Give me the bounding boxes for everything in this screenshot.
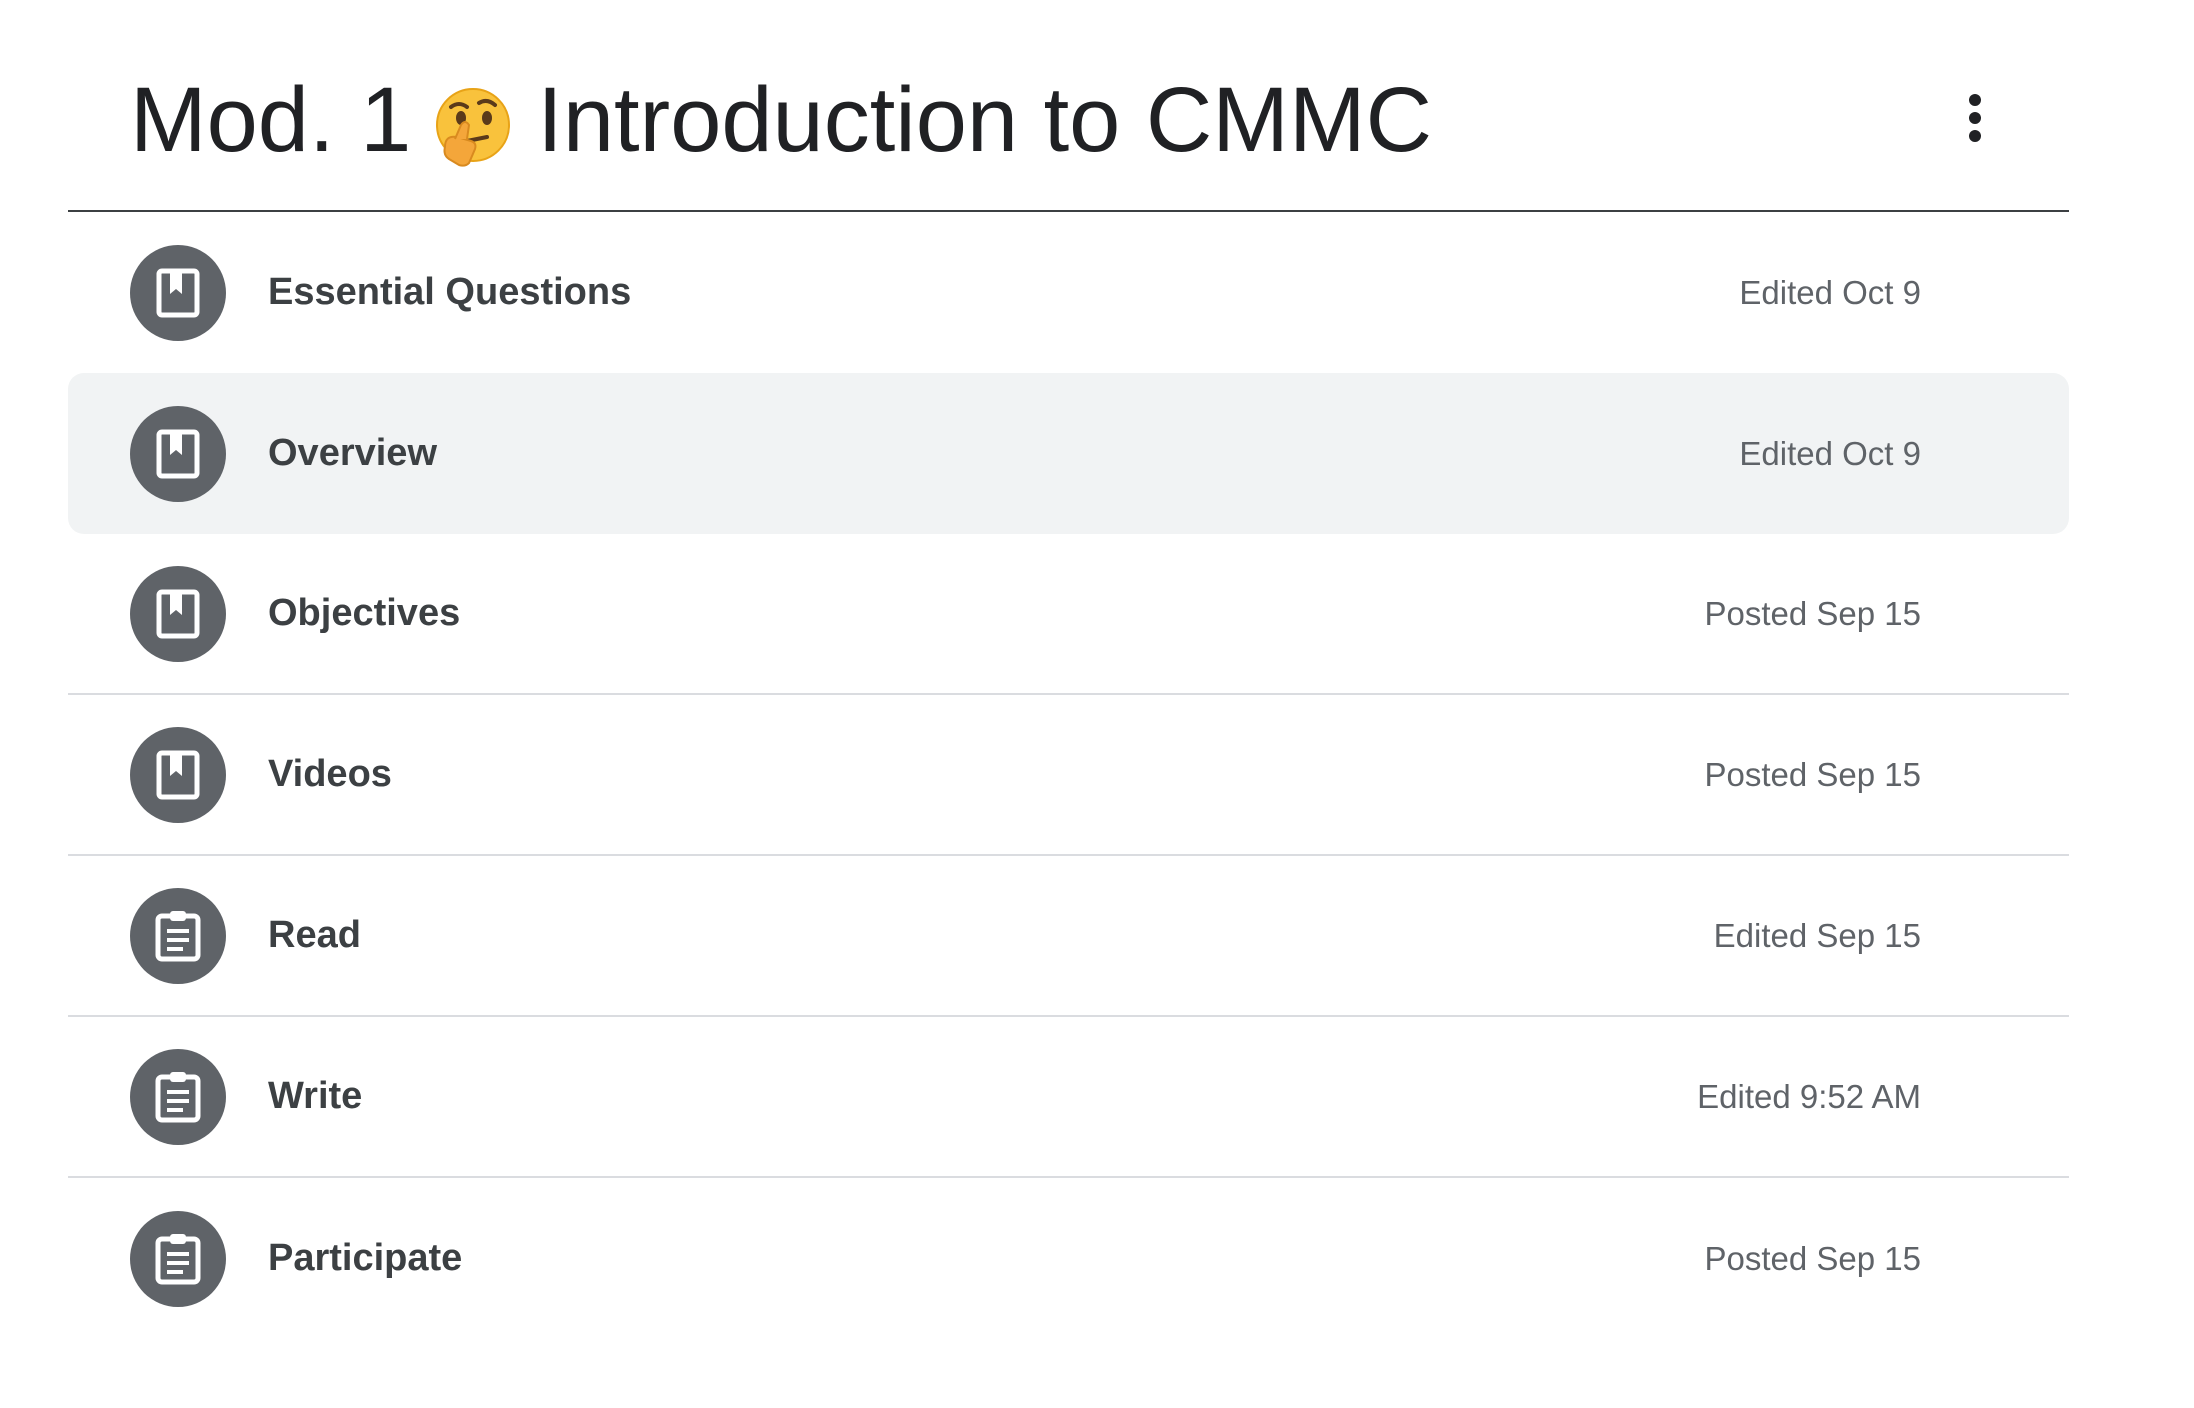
book-icon [130,565,226,662]
thinking-face-icon [431,78,515,167]
material-row-write[interactable]: Write Edited 9:52 AM [68,1017,2069,1178]
material-timestamp: Posted Sep 15 [1704,594,1922,632]
assignment-icon [130,1048,226,1145]
material-timestamp: Edited Oct 9 [1739,273,1921,311]
material-timestamp: Edited 9:52 AM [1697,1077,1921,1115]
material-row-overview[interactable]: Overview Edited Oct 9 [68,373,2069,534]
book-icon [130,405,226,502]
material-title: Participate [268,1237,463,1279]
material-title: Read [268,914,361,956]
material-timestamp: Posted Sep 15 [1704,1239,1922,1277]
material-row-read[interactable]: Read Edited Sep 15 [68,856,2069,1017]
topic-header: Mod. 1 Introduction to CMMC [68,0,2069,212]
material-title: Objectives [268,592,461,634]
material-row-participate[interactable]: Participate Posted Sep 15 [68,1178,2069,1339]
material-list: Essential Questions Edited Oct 9 Overvie… [68,212,2069,1339]
book-icon [130,244,226,341]
material-row-objectives[interactable]: Objectives Posted Sep 15 [68,534,2069,695]
more-options-button[interactable] [1945,88,2005,148]
assignment-icon [130,1210,226,1307]
material-timestamp: Edited Sep 15 [1713,916,1921,954]
topic-title-prefix: Mod. 1 [130,69,412,171]
material-row-videos[interactable]: Videos Posted Sep 15 [68,695,2069,856]
book-icon [130,726,226,823]
material-title: Write [268,1075,363,1117]
assignment-icon [130,887,226,984]
material-title: Overview [268,432,437,474]
material-timestamp: Posted Sep 15 [1704,755,1922,793]
material-title: Videos [268,753,392,795]
topic-title-text: Introduction to CMMC [537,69,1433,171]
material-row-essential-questions[interactable]: Essential Questions Edited Oct 9 [68,212,2069,373]
topic-section: Mod. 1 Introduction to CMMC Essential Qu… [68,0,2069,1339]
topic-title[interactable]: Mod. 1 Introduction to CMMC [130,60,1432,180]
more-vert-icon [1969,94,1981,142]
material-title: Essential Questions [268,271,632,313]
material-timestamp: Edited Oct 9 [1739,434,1921,472]
